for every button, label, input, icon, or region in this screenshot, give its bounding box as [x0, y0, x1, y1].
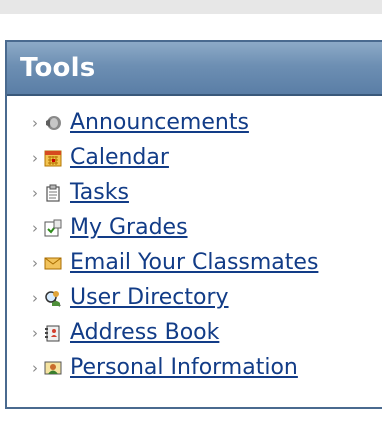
tools-panel: Tools › Announcements › Calendar › Tasks… [5, 40, 382, 409]
calendar-icon [44, 150, 62, 167]
announcements-link[interactable]: Announcements [70, 111, 249, 135]
chevron-right-icon: › [32, 358, 38, 377]
tasks-link[interactable]: Tasks [70, 181, 129, 205]
tool-item-my-grades[interactable]: › My Grades [7, 214, 188, 242]
megaphone-icon [46, 116, 61, 130]
personal-information-link[interactable]: Personal Information [70, 356, 298, 380]
calendar-link[interactable]: Calendar [70, 146, 169, 170]
chevron-right-icon: › [32, 218, 38, 237]
tool-item-announcements[interactable]: › Announcements [7, 109, 249, 137]
user-directory-link[interactable]: User Directory [70, 286, 229, 310]
tool-item-user-directory[interactable]: › User Directory [7, 284, 229, 312]
tool-item-tasks[interactable]: › Tasks [7, 179, 129, 207]
address-book-icon [45, 325, 60, 342]
tool-item-personal-information[interactable]: › Personal Information [7, 354, 298, 382]
clipboard-icon [46, 184, 60, 202]
envelope-icon [44, 257, 62, 270]
chevron-right-icon: › [32, 288, 38, 307]
email-classmates-link[interactable]: Email Your Classmates [70, 251, 318, 275]
tools-panel-title: Tools [7, 42, 382, 96]
chevron-right-icon: › [32, 113, 38, 132]
my-grades-link[interactable]: My Grades [70, 216, 188, 240]
user-search-icon [45, 291, 61, 307]
tool-item-calendar[interactable]: › Calendar [7, 144, 169, 172]
chevron-right-icon: › [32, 148, 38, 167]
chevron-right-icon: › [32, 183, 38, 202]
tool-item-address-book[interactable]: › Address Book [7, 319, 219, 347]
personal-info-icon [44, 361, 62, 375]
chevron-right-icon: › [32, 323, 38, 342]
gradebook-icon [44, 219, 62, 237]
tool-item-email-classmates[interactable]: › Email Your Classmates [7, 249, 318, 277]
chevron-right-icon: › [32, 253, 38, 272]
top-divider-bar [0, 0, 382, 14]
page: Tools › Announcements › Calendar › Tasks… [0, 0, 382, 425]
address-book-link[interactable]: Address Book [70, 321, 219, 345]
